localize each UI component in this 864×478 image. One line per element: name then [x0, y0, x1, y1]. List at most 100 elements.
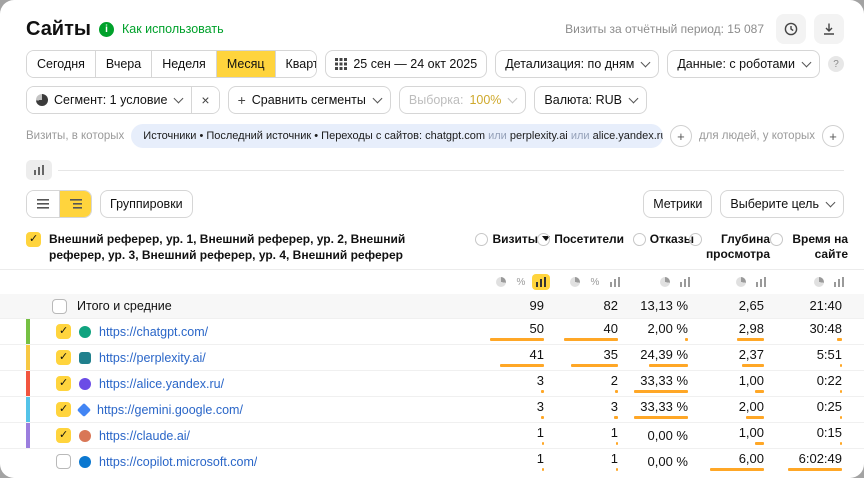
percent-view-icon[interactable]: %	[586, 274, 604, 290]
bars-view-icon[interactable]	[532, 274, 550, 290]
chevron-down-icon	[641, 58, 651, 68]
metric-bar	[616, 442, 618, 445]
bars-view-icon[interactable]	[830, 274, 848, 290]
plus-icon: +	[238, 93, 246, 107]
metric-value: 33,33 %	[640, 400, 688, 414]
metric-cell: 1	[480, 426, 550, 445]
totals-checkbox[interactable]	[52, 299, 67, 314]
chevron-down-icon	[629, 94, 639, 104]
table-row: https://alice.yandex.ru/ 3 2 33,33 % 1,0…	[0, 370, 864, 396]
goal-select[interactable]: Выберите цель	[720, 190, 844, 218]
site-link[interactable]: https://copilot.microsoft.com/	[99, 455, 257, 469]
metric-bar	[685, 338, 688, 341]
metric-value: 1	[537, 426, 544, 440]
segment-dropdown[interactable]: Сегмент: 1 условие	[27, 87, 191, 113]
metric-bar	[742, 364, 764, 367]
metric-cell: 41	[480, 348, 550, 367]
metric-cell: 1	[550, 452, 624, 471]
metric-bar	[615, 390, 618, 393]
add-people-condition-button[interactable]: +	[822, 125, 844, 147]
column-header-bounce[interactable]: Отказы	[624, 232, 694, 247]
pie-view-icon[interactable]	[566, 274, 584, 290]
metric-bar	[737, 338, 764, 341]
table-row: https://chatgpt.com/ 50 40 2,00 % 2,98 3…	[0, 318, 864, 344]
site-link[interactable]: https://chatgpt.com/	[99, 325, 208, 339]
metrica-sites-report: Сайты i Как использовать Визиты за отчёт…	[0, 0, 864, 478]
help-icon[interactable]: ?	[828, 56, 844, 72]
metric-cell: 1,00	[694, 374, 770, 393]
download-button[interactable]	[814, 14, 844, 44]
table-body: https://chatgpt.com/ 50 40 2,00 % 2,98 3…	[0, 318, 864, 474]
visits-period-label: Визиты за отчётный период: 15 087	[565, 22, 764, 36]
metric-value: 3	[537, 374, 544, 388]
site-link[interactable]: https://perplexity.ai/	[99, 351, 206, 365]
bars-view-icon[interactable]	[676, 274, 694, 290]
sample-dropdown[interactable]: Выборка: 100%	[399, 86, 527, 114]
column-header-time[interactable]: Время на сайте	[770, 232, 848, 262]
period-tab[interactable]: Вчера	[96, 51, 152, 77]
metric-cell: 33,33 %	[624, 400, 694, 419]
pie-view-icon[interactable]	[732, 274, 750, 290]
metric-info-icon	[770, 233, 783, 246]
metric-value: 0,00 %	[648, 455, 688, 469]
metric-value: 1,00	[739, 374, 764, 388]
period-tab[interactable]: Сегодня	[27, 51, 96, 77]
select-all-checkbox[interactable]	[26, 232, 41, 247]
metrics-button[interactable]: Метрики	[643, 190, 712, 218]
metric-bar	[616, 468, 618, 471]
row-checkbox[interactable]	[56, 376, 71, 391]
filter-bar: Визиты, в которых Источники • Последний …	[0, 114, 864, 148]
metric-cell: 1,00	[694, 426, 770, 445]
add-visits-condition-button[interactable]: +	[670, 125, 692, 147]
pie-view-icon[interactable]	[656, 274, 674, 290]
metric-cell: 1	[480, 452, 550, 471]
column-header-visitors[interactable]: Посетители	[550, 232, 624, 247]
currency-dropdown[interactable]: Валюта: RUB	[534, 86, 647, 114]
data-mode-dropdown[interactable]: Данные: с роботами	[667, 50, 820, 78]
date-range-button[interactable]: 25 сен — 24 окт 2025	[325, 50, 487, 78]
metric-value: 30:48	[809, 322, 842, 336]
chevron-down-icon	[802, 58, 812, 68]
tree-view-button[interactable]	[59, 191, 91, 217]
period-tab[interactable]: Месяц	[217, 51, 276, 77]
metric-cell: 2,37	[694, 348, 770, 367]
metric-cell: 0:15	[770, 426, 848, 445]
chart-toggle-button[interactable]	[26, 160, 52, 180]
bars-view-icon[interactable]	[606, 274, 624, 290]
row-checkbox[interactable]	[56, 324, 71, 339]
metric-cell: 50	[480, 322, 550, 341]
totals-label: Итого и средние	[77, 299, 172, 313]
metric-value: 0:15	[817, 426, 842, 440]
metric-cell: 3	[550, 400, 624, 419]
metric-bar	[837, 338, 842, 341]
metric-cell: 0,00 %	[624, 455, 694, 469]
percent-view-icon[interactable]: %	[512, 274, 530, 290]
site-link[interactable]: https://alice.yandex.ru/	[99, 377, 224, 391]
pie-view-icon[interactable]	[492, 274, 510, 290]
detalization-dropdown[interactable]: Детализация: по дням	[495, 50, 659, 78]
bars-view-icon[interactable]	[752, 274, 770, 290]
period-tab[interactable]: Квартал	[276, 51, 318, 77]
pie-view-icon[interactable]	[810, 274, 828, 290]
row-checkbox[interactable]	[56, 350, 71, 365]
row-checkbox[interactable]	[56, 428, 71, 443]
chevron-down-icon	[826, 198, 836, 208]
how-to-use-link[interactable]: Как использовать	[122, 22, 224, 36]
history-button[interactable]	[776, 14, 806, 44]
row-checkbox[interactable]	[56, 402, 71, 417]
segment-clear-button[interactable]: ×	[191, 87, 218, 113]
metric-value: 3	[537, 400, 544, 414]
period-tab[interactable]: Неделя	[152, 51, 217, 77]
compare-segments-button[interactable]: + Сравнить сегменты	[228, 86, 391, 114]
list-view-button[interactable]	[27, 191, 59, 217]
column-header-depth[interactable]: Глубина просмотра	[694, 232, 770, 262]
metric-bar	[500, 364, 544, 367]
row-checkbox[interactable]	[56, 454, 71, 469]
segment-condition-chip[interactable]: Источники • Последний источник • Переход…	[131, 124, 663, 148]
site-link[interactable]: https://claude.ai/	[99, 429, 190, 443]
site-link[interactable]: https://gemini.google.com/	[97, 403, 243, 417]
metric-bar	[541, 416, 544, 419]
metric-bar	[840, 416, 842, 419]
metric-bar	[542, 442, 544, 445]
groupings-button[interactable]: Группировки	[100, 190, 193, 218]
